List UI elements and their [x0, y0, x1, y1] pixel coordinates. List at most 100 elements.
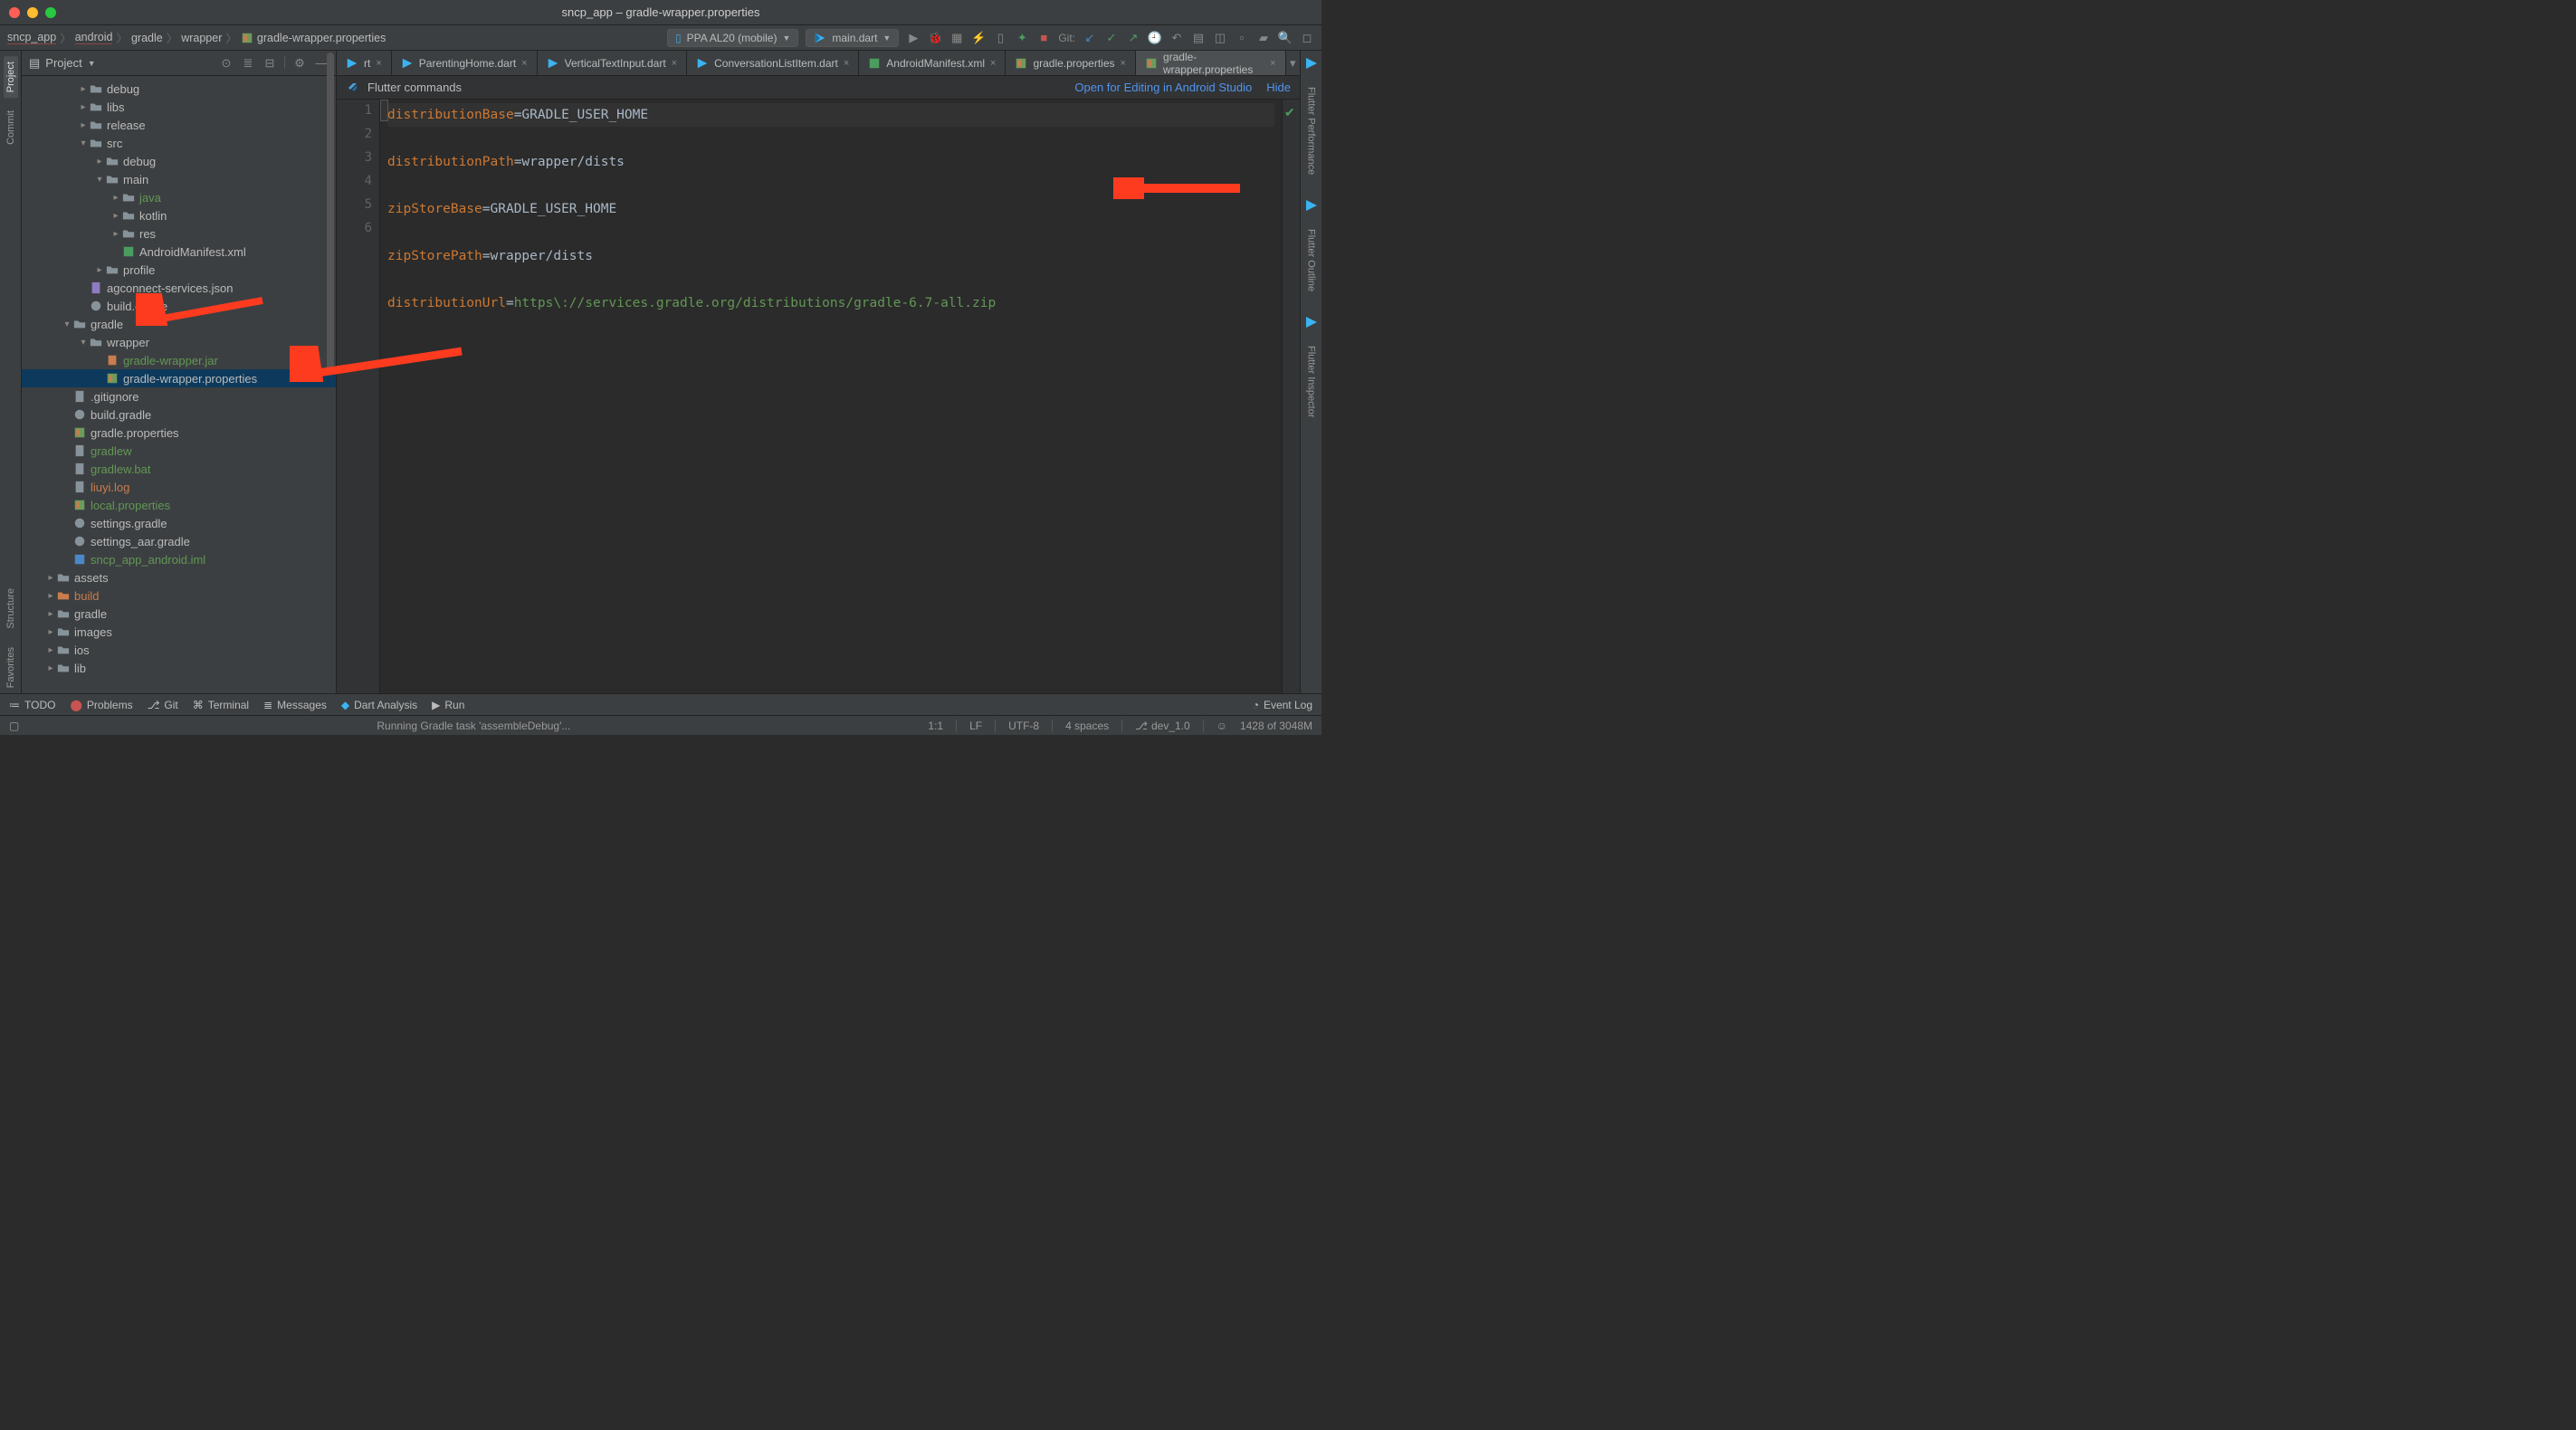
tree-item[interactable]: build.gradle: [22, 405, 336, 424]
tool-window-structure[interactable]: Structure: [4, 583, 18, 634]
tree-item[interactable]: ▸res: [22, 224, 336, 243]
tree-item[interactable]: settings.gradle: [22, 514, 336, 532]
breadcrumb-item[interactable]: wrapper: [181, 32, 222, 44]
toolbar-icon[interactable]: ▫: [1235, 31, 1249, 45]
dart-analysis-tool-button[interactable]: ◆Dart Analysis: [341, 699, 417, 711]
expand-all-icon[interactable]: ≣: [241, 56, 255, 71]
tree-item[interactable]: gradle-wrapper.jar: [22, 351, 336, 369]
tree-expand-icon[interactable]: ▸: [78, 102, 89, 112]
tree-item[interactable]: gradle.properties: [22, 424, 336, 442]
tree-expand-icon[interactable]: ▸: [110, 193, 121, 203]
tree-item[interactable]: ▸release: [22, 116, 336, 134]
tree-item[interactable]: ▸build: [22, 586, 336, 605]
line-ending[interactable]: LF: [969, 720, 982, 732]
tree-item[interactable]: .gitignore: [22, 387, 336, 405]
run-icon[interactable]: ▶: [906, 31, 921, 45]
close-tab-icon[interactable]: ×: [1270, 58, 1275, 69]
settings-icon[interactable]: ⚙: [292, 56, 307, 71]
tree-expand-icon[interactable]: ▸: [78, 84, 89, 94]
project-panel-title[interactable]: Project: [45, 56, 81, 70]
editor-gutter[interactable]: 123456: [337, 100, 380, 693]
face-icon[interactable]: ☺: [1216, 720, 1227, 732]
event-log-button[interactable]: ◔Event Log: [1253, 699, 1312, 711]
tree-item[interactable]: ▸debug: [22, 152, 336, 170]
stop-icon[interactable]: ■: [1036, 31, 1051, 45]
close-tab-icon[interactable]: ×: [844, 58, 849, 69]
project-tree[interactable]: ▸debug▸libs▸release▾src▸debug▾main▸java▸…: [22, 76, 336, 681]
git-commit-icon[interactable]: ✓: [1104, 31, 1119, 45]
editor-tab[interactable]: gradle-wrapper.properties×: [1136, 51, 1286, 75]
indent-setting[interactable]: 4 spaces: [1065, 720, 1109, 732]
tree-expand-icon[interactable]: ▸: [110, 211, 121, 221]
tree-item[interactable]: ▸profile: [22, 261, 336, 279]
close-tab-icon[interactable]: ×: [376, 58, 381, 69]
todo-tool-button[interactable]: ≔TODO: [9, 699, 55, 711]
scrollbar[interactable]: [327, 52, 334, 691]
tab-dropdown-icon[interactable]: ▾: [1286, 51, 1300, 75]
close-tab-icon[interactable]: ×: [672, 58, 677, 69]
tree-item[interactable]: ▸gradle: [22, 605, 336, 623]
caret-position[interactable]: 1:1: [928, 720, 943, 732]
tree-item[interactable]: gradle-wrapper.properties: [22, 369, 336, 387]
editor-tab[interactable]: VerticalTextInput.dart×: [538, 51, 688, 75]
avatar-icon[interactable]: ◻: [1300, 31, 1314, 45]
terminal-tool-button[interactable]: ⌘Terminal: [193, 699, 249, 711]
tree-expand-icon[interactable]: ▾: [94, 175, 105, 185]
search-everywhere-icon[interactable]: 🔍: [1278, 31, 1293, 45]
tree-item[interactable]: ▸ios: [22, 641, 336, 659]
tree-item[interactable]: ▾gradle: [22, 315, 336, 333]
attach-icon[interactable]: ▯: [993, 31, 1007, 45]
tool-window-project[interactable]: Project: [4, 56, 18, 98]
messages-tool-button[interactable]: ≣Messages: [263, 699, 327, 711]
editor-tab[interactable]: AndroidManifest.xml×: [859, 51, 1006, 75]
tree-item[interactable]: ▾src: [22, 134, 336, 152]
tree-expand-icon[interactable]: ▸: [45, 609, 56, 619]
tree-expand-icon[interactable]: ▸: [94, 265, 105, 275]
tree-item[interactable]: ▸java: [22, 188, 336, 206]
open-android-studio-link[interactable]: Open for Editing in Android Studio: [1074, 81, 1252, 94]
debug-icon[interactable]: 🐞: [928, 31, 942, 45]
tree-item[interactable]: ▾wrapper: [22, 333, 336, 351]
tree-expand-icon[interactable]: ▾: [78, 338, 89, 348]
coverage-icon[interactable]: ▦: [949, 31, 964, 45]
hot-reload-icon[interactable]: ⚡: [971, 31, 986, 45]
breadcrumb-item[interactable]: android: [75, 31, 113, 44]
toolbar-icon[interactable]: ▰: [1256, 31, 1271, 45]
tree-item[interactable]: ▾main: [22, 170, 336, 188]
flutter-attach-icon[interactable]: ✦: [1015, 31, 1029, 45]
tree-item[interactable]: ▸assets: [22, 568, 336, 586]
toolbar-icon[interactable]: ▤: [1191, 31, 1206, 45]
tree-expand-icon[interactable]: ▸: [78, 120, 89, 130]
editor-content[interactable]: distributionBase=GRADLE_USER_HOME distri…: [380, 100, 1282, 693]
git-branch[interactable]: ⎇ dev_1.0: [1135, 720, 1190, 732]
editor-tab[interactable]: ConversationListItem.dart×: [687, 51, 859, 75]
tree-item[interactable]: ▸libs: [22, 98, 336, 116]
breadcrumb-item[interactable]: sncp_app: [7, 31, 56, 44]
tree-expand-icon[interactable]: ▸: [45, 663, 56, 673]
tree-item[interactable]: ▸debug: [22, 80, 336, 98]
toolbar-icon[interactable]: ◫: [1213, 31, 1227, 45]
tree-expand-icon[interactable]: ▾: [78, 138, 89, 148]
tool-window-flutter-perf[interactable]: Flutter Performance: [1304, 81, 1319, 180]
close-tab-icon[interactable]: ×: [521, 58, 527, 69]
git-update-icon[interactable]: ↙: [1083, 31, 1097, 45]
tree-item[interactable]: ▸lib: [22, 659, 336, 677]
editor-tab[interactable]: ParentingHome.dart×: [392, 51, 538, 75]
tool-window-flutter-outline[interactable]: Flutter Outline: [1304, 224, 1319, 297]
tree-expand-icon[interactable]: ▸: [110, 229, 121, 239]
tree-expand-icon[interactable]: ▸: [45, 573, 56, 583]
tree-item[interactable]: AndroidManifest.xml: [22, 243, 336, 261]
tool-window-favorites[interactable]: Favorites: [4, 642, 18, 693]
run-tool-button[interactable]: ▶Run: [432, 699, 464, 711]
tree-item[interactable]: gradlew.bat: [22, 460, 336, 478]
tree-item[interactable]: build.gradle: [22, 297, 336, 315]
tree-item[interactable]: local.properties: [22, 496, 336, 514]
editor-tab[interactable]: rt×: [337, 51, 392, 75]
tree-expand-icon[interactable]: ▸: [45, 591, 56, 601]
tree-item[interactable]: liuyi.log: [22, 478, 336, 496]
tree-item[interactable]: agconnect-services.json: [22, 279, 336, 297]
git-tool-button[interactable]: ⎇Git: [148, 699, 178, 711]
git-history-icon[interactable]: 🕘: [1148, 31, 1162, 45]
git-rollback-icon[interactable]: ↶: [1169, 31, 1184, 45]
close-tab-icon[interactable]: ×: [990, 58, 996, 69]
